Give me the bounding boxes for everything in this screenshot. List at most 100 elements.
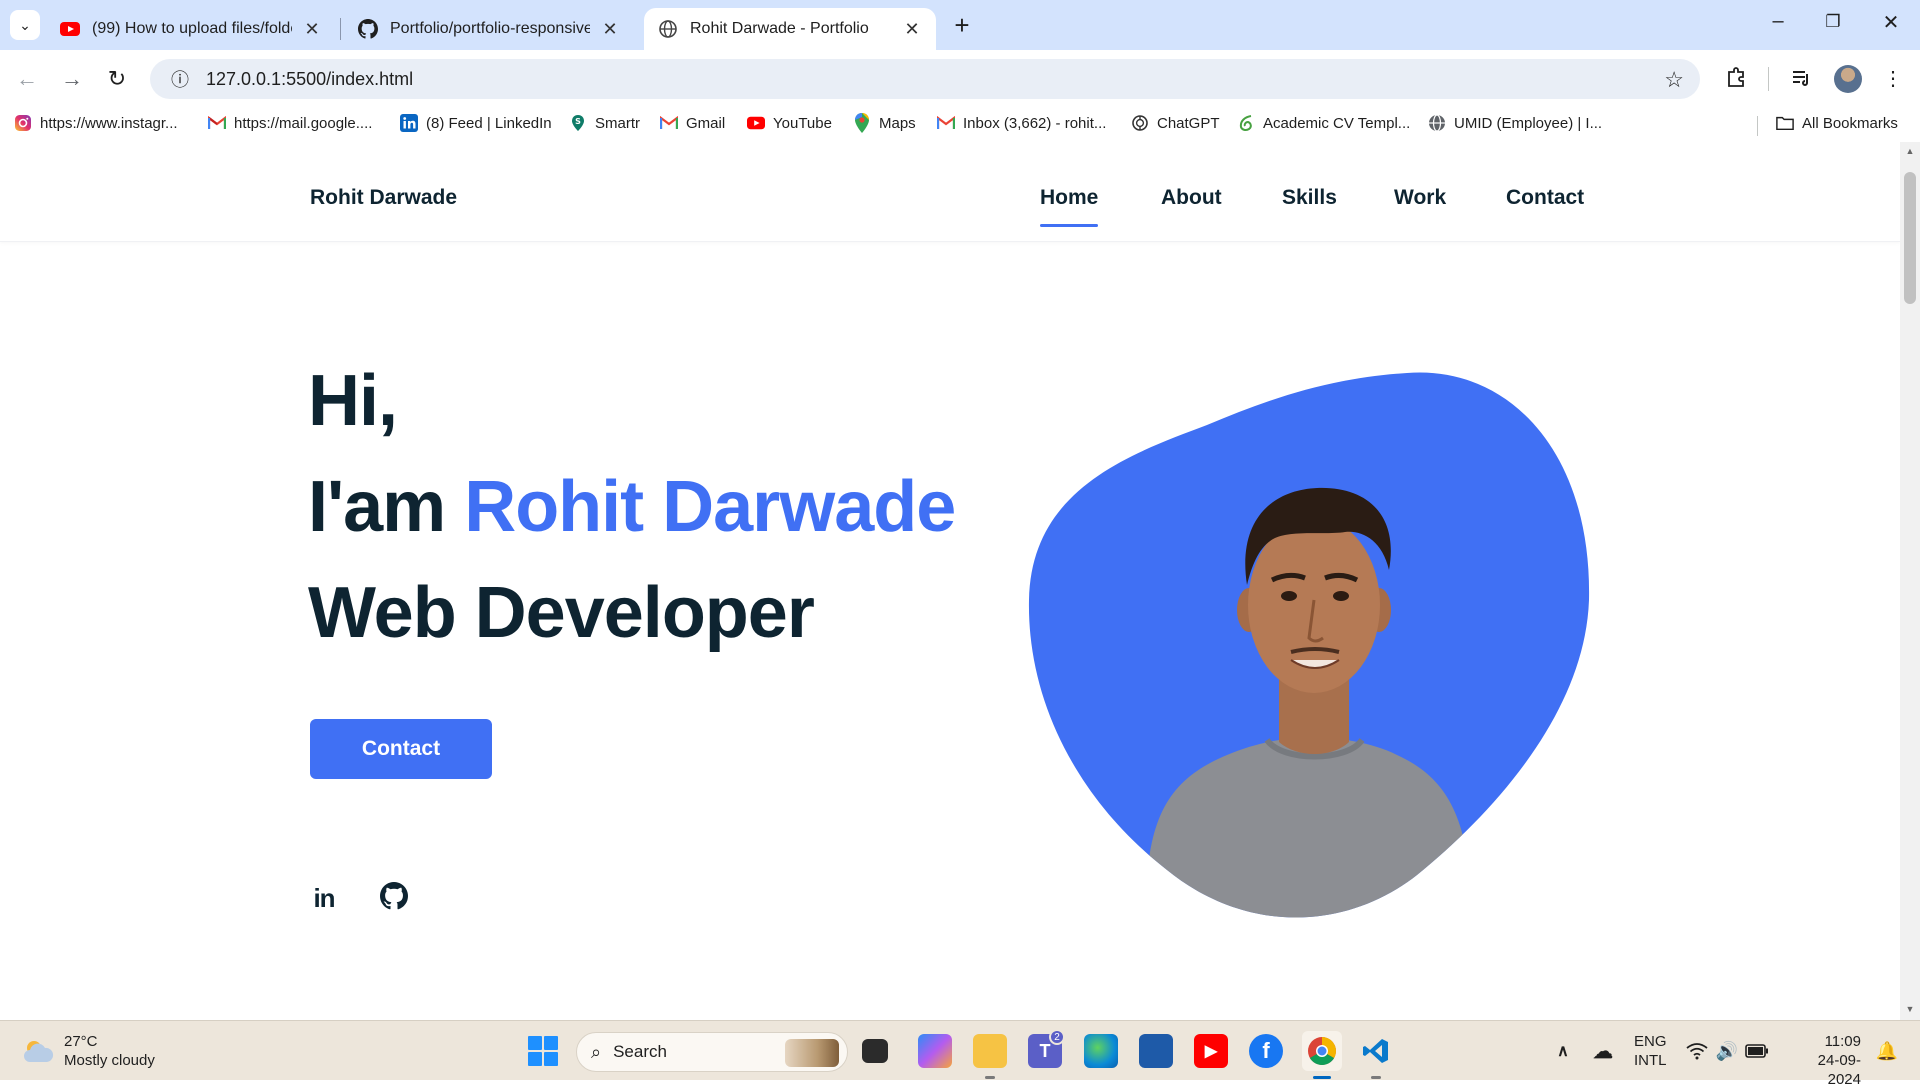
hero-greeting: Hi, <box>308 361 398 441</box>
bookmark-instagram[interactable]: https://www.instagr... <box>14 114 178 132</box>
bookmark-inbox[interactable]: Inbox (3,662) - rohit... <box>937 114 1106 132</box>
wifi-icon[interactable] <box>1680 1034 1714 1068</box>
hero-profile-image <box>1028 372 1590 918</box>
clock-date: 24-09-2024 <box>1817 1052 1861 1088</box>
scroll-up-arrow[interactable]: ▲ <box>1900 146 1920 156</box>
toolbar-divider <box>1768 67 1769 91</box>
file-explorer-icon[interactable] <box>973 1034 1007 1068</box>
site-header: Rohit Darwade Home About Skills Work Con… <box>0 142 1900 242</box>
nav-work[interactable]: Work <box>1394 186 1446 210</box>
bookmark-youtube[interactable]: YouTube <box>747 114 832 132</box>
active-app-indicator <box>1313 1076 1331 1079</box>
browser-tab-portfolio[interactable]: Rohit Darwade - Portfolio ✕ <box>644 8 936 50</box>
svg-text:S: S <box>575 117 581 126</box>
overleaf-icon <box>1237 114 1255 132</box>
new-tab-button[interactable]: + <box>950 12 974 38</box>
chevron-up-icon[interactable]: ∧ <box>1546 1034 1580 1068</box>
scroll-down-arrow[interactable]: ▼ <box>1900 1004 1920 1014</box>
task-view-icon[interactable] <box>862 1039 888 1063</box>
bookmark-maps[interactable]: Maps <box>853 113 916 133</box>
media-control-button[interactable] <box>1788 66 1814 94</box>
back-button[interactable]: ← <box>14 66 40 92</box>
language-indicator[interactable]: ENG INTL <box>1634 1032 1667 1070</box>
reload-button[interactable]: ↻ <box>104 66 130 92</box>
smartr-icon: S <box>569 114 587 132</box>
arrow-right-icon: → <box>61 66 83 91</box>
browser-tab-strip: ⌄ (99) How to upload files/folders ✕ Por… <box>0 0 1920 50</box>
youtube-icon <box>747 114 765 132</box>
bookmark-linkedin[interactable]: (8) Feed | LinkedIn <box>400 114 552 132</box>
volume-icon[interactable]: 🔊 <box>1710 1034 1744 1068</box>
battery-icon[interactable] <box>1740 1034 1774 1068</box>
bookmark-label: (8) Feed | LinkedIn <box>426 114 552 132</box>
bookmark-smartr[interactable]: S Smartr <box>569 114 640 132</box>
system-clock[interactable]: 11:09 24-09-2024 <box>1785 1032 1861 1089</box>
github-link[interactable] <box>379 881 409 915</box>
page-scrollbar[interactable]: ▲ ▼ <box>1900 142 1920 1020</box>
nav-contact[interactable]: Contact <box>1506 186 1584 210</box>
bookmark-label: https://www.instagr... <box>40 114 178 132</box>
start-button[interactable] <box>528 1036 558 1066</box>
contact-button[interactable]: Contact <box>310 719 492 779</box>
tab-search-button[interactable]: ⌄ <box>10 10 40 40</box>
profile-avatar[interactable] <box>1834 65 1862 93</box>
close-icon[interactable]: ✕ <box>600 19 620 40</box>
gmail-icon <box>208 114 226 132</box>
tab-title: Portfolio/portfolio-responsive-c <box>390 20 590 37</box>
nav-skills[interactable]: Skills <box>1282 186 1337 210</box>
hero-intro-prefix: I'am <box>308 467 465 547</box>
folder-icon <box>1776 114 1794 132</box>
scroll-thumb[interactable] <box>1904 172 1916 304</box>
store-icon[interactable] <box>1139 1034 1173 1068</box>
hero-intro: I'am Rohit Darwade <box>308 466 956 548</box>
forward-button[interactable]: → <box>59 66 85 92</box>
extensions-button[interactable] <box>1723 66 1749 94</box>
kebab-menu-icon: ⋮ <box>1883 68 1903 90</box>
linkedin-icon: in <box>313 882 335 913</box>
bookmark-label: All Bookmarks <box>1802 114 1898 132</box>
all-bookmarks-button[interactable]: All Bookmarks <box>1776 114 1898 132</box>
facebook-icon[interactable]: f <box>1249 1034 1283 1068</box>
weather-widget[interactable]: 27°C Mostly cloudy <box>22 1032 155 1070</box>
vscode-icon[interactable] <box>1359 1034 1393 1068</box>
nav-home[interactable]: Home <box>1040 186 1099 227</box>
github-icon <box>380 881 408 915</box>
edge-icon[interactable] <box>1084 1034 1118 1068</box>
bookmark-gmail[interactable]: Gmail <box>660 114 725 132</box>
hero-role: Web Developer <box>308 573 815 653</box>
youtube-icon[interactable]: ▶ <box>1194 1034 1228 1068</box>
arrow-left-icon: ← <box>16 66 38 91</box>
bookmark-umid[interactable]: UMID (Employee) | I... <box>1428 114 1602 132</box>
site-logo[interactable]: Rohit Darwade <box>310 186 457 210</box>
minimize-button[interactable]: – <box>1763 10 1793 33</box>
site-info-icon[interactable]: ⓘ <box>160 66 200 92</box>
chrome-icon[interactable] <box>1302 1031 1342 1071</box>
copilot-icon[interactable] <box>918 1034 952 1068</box>
teams-badge: 2 <box>1049 1029 1065 1045</box>
close-window-button[interactable]: ✕ <box>1876 10 1906 35</box>
notification-bell-icon[interactable]: 🔔 <box>1870 1034 1904 1068</box>
bookmark-mail-google[interactable]: https://mail.google.... <box>208 114 372 132</box>
keyboard-layout: INTL <box>1634 1052 1667 1069</box>
onedrive-icon[interactable]: ☁ <box>1586 1034 1620 1068</box>
linkedin-icon <box>400 114 418 132</box>
address-bar[interactable]: ⓘ 127.0.0.1:5500/index.html ☆ <box>150 59 1700 99</box>
browser-tab-github[interactable]: Portfolio/portfolio-responsive-c ✕ <box>344 8 634 50</box>
close-icon[interactable]: ✕ <box>302 19 322 40</box>
search-icon: ⌕ <box>591 1041 602 1062</box>
bookmark-star-icon[interactable]: ☆ <box>1664 67 1684 93</box>
linkedin-link[interactable]: in <box>309 883 339 913</box>
globe-icon <box>658 19 678 39</box>
close-icon: ✕ <box>1882 12 1900 34</box>
url-text[interactable]: 127.0.0.1:5500/index.html <box>206 69 413 90</box>
browser-menu-button[interactable]: ⋮ <box>1880 66 1906 91</box>
bookmark-label: YouTube <box>773 114 832 132</box>
restore-button[interactable]: ❐ <box>1818 12 1848 32</box>
close-icon[interactable]: ✕ <box>902 19 922 40</box>
running-indicator <box>1371 1076 1381 1079</box>
browser-tab-youtube[interactable]: (99) How to upload files/folders ✕ <box>46 8 336 50</box>
taskbar-search[interactable]: ⌕ Search <box>576 1032 848 1072</box>
bookmark-chatgpt[interactable]: ChatGPT <box>1131 114 1220 132</box>
bookmark-academic-cv[interactable]: Academic CV Templ... <box>1237 114 1410 132</box>
nav-about[interactable]: About <box>1161 186 1222 210</box>
